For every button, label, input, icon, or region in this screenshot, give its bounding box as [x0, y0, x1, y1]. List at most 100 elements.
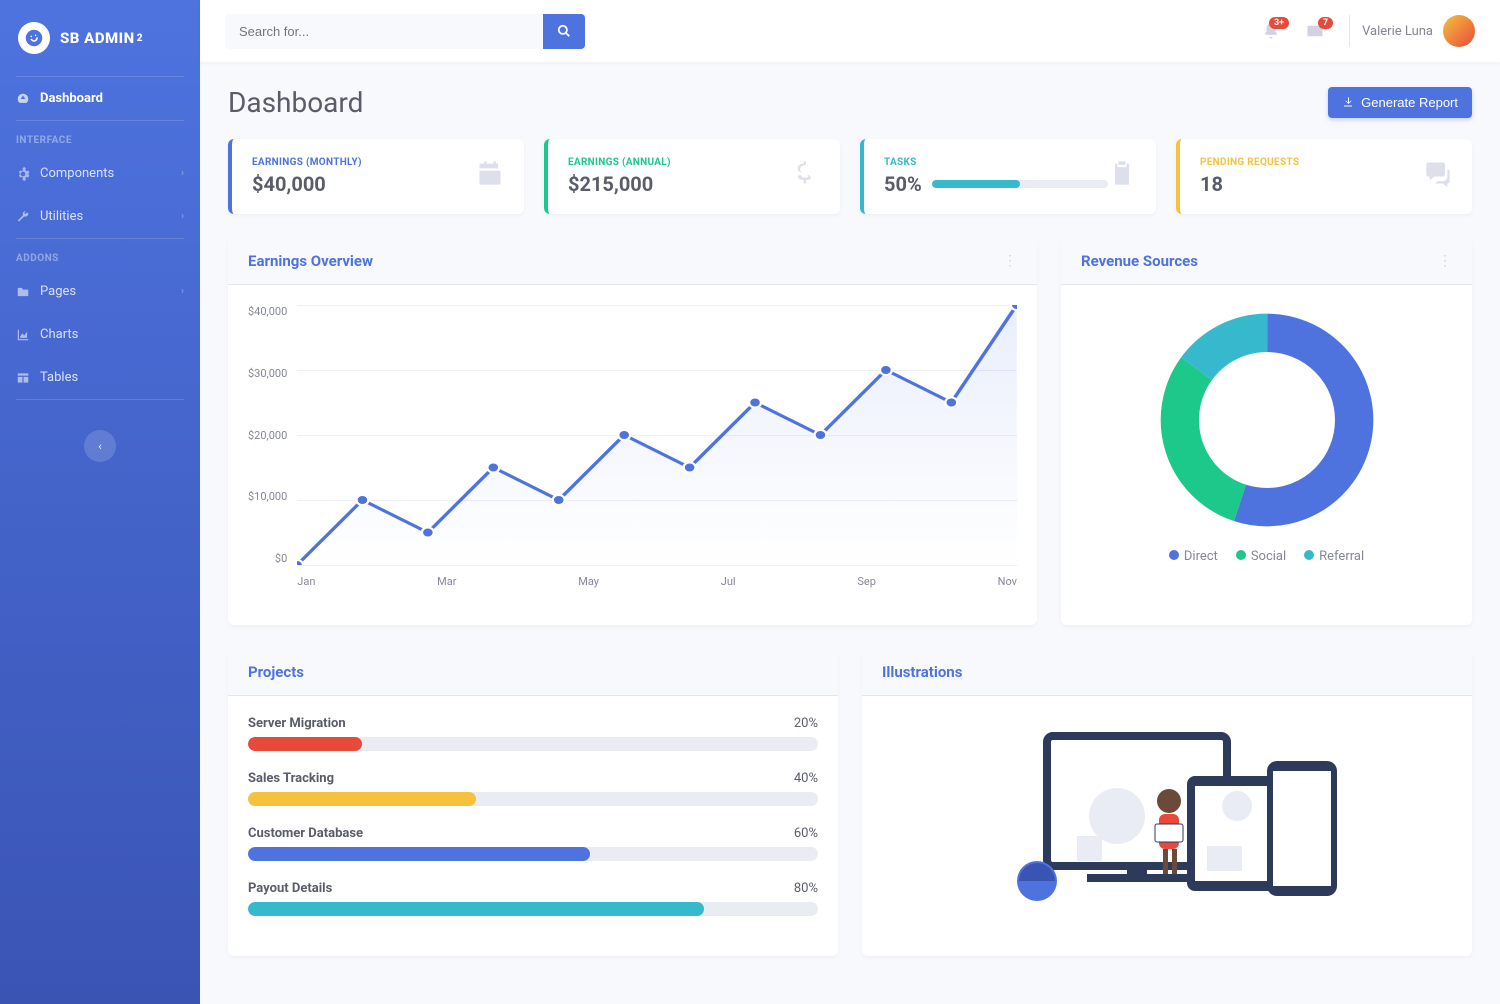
- sidebar-item-label: Tables: [40, 370, 78, 385]
- stat-card-annual: EARNINGS (ANNUAL) $215,000: [544, 139, 840, 214]
- y-tick: $20,000: [248, 429, 287, 442]
- sidebar: SB ADMIN 2 Dashboard INTERFACE Component…: [0, 0, 200, 1004]
- x-tick: May: [578, 575, 599, 588]
- y-tick: $10,000: [248, 490, 287, 503]
- y-tick: $30,000: [248, 367, 287, 380]
- chart-area-icon: [16, 328, 30, 342]
- sidebar-item-label: Components: [40, 166, 114, 181]
- card-title: Projects: [248, 663, 818, 681]
- stat-label: PENDING REQUESTS: [1200, 157, 1424, 168]
- sidebar-item-tables[interactable]: Tables: [0, 356, 200, 399]
- project-progress: [248, 902, 818, 916]
- user-menu[interactable]: Valerie Luna: [1362, 15, 1475, 47]
- project-name: Customer Database: [248, 826, 794, 841]
- legend-item: Social: [1236, 549, 1286, 564]
- stat-card-pending: PENDING REQUESTS 18: [1176, 139, 1472, 214]
- y-tick: $0: [248, 552, 287, 565]
- topbar-divider: [1349, 15, 1350, 47]
- project-percent: 60%: [794, 826, 818, 841]
- project-name: Sales Tracking: [248, 771, 794, 786]
- stat-label: EARNINGS (MONTHLY): [252, 157, 476, 168]
- project-name: Server Migration: [248, 716, 794, 731]
- sidebar-item-label: Dashboard: [40, 91, 103, 106]
- search-input[interactable]: [225, 14, 543, 49]
- project-progress: [248, 847, 818, 861]
- stat-value: $40,000: [252, 172, 476, 196]
- stat-card-tasks: TASKS 50%: [860, 139, 1156, 214]
- user-name: Valerie Luna: [1362, 24, 1433, 39]
- messages-button[interactable]: 7: [1293, 9, 1337, 53]
- folder-icon: [16, 285, 30, 299]
- line-chart-svg: [297, 305, 1017, 565]
- page-title: Dashboard: [228, 86, 1328, 119]
- illustration-image: [977, 706, 1357, 906]
- tachometer-icon: [16, 92, 30, 106]
- search-form: [225, 14, 585, 49]
- x-tick: Mar: [437, 575, 456, 588]
- project-percent: 20%: [794, 716, 818, 731]
- legend-item: Referral: [1304, 549, 1364, 564]
- sidebar-item-charts[interactable]: Charts: [0, 313, 200, 356]
- sidebar-item-label: Utilities: [40, 209, 83, 224]
- table-icon: [16, 371, 30, 385]
- messages-badge: 7: [1318, 17, 1333, 29]
- earnings-overview-card: Earnings Overview ⋮ $40,000 $30,000 $20,…: [228, 238, 1037, 625]
- revenue-sources-card: Revenue Sources ⋮ Direct Social Referral: [1061, 238, 1472, 625]
- x-tick: Sep: [857, 575, 876, 588]
- legend-item: Direct: [1169, 549, 1218, 564]
- calendar-icon: [476, 159, 504, 194]
- brand-name: SB ADMIN: [60, 29, 135, 47]
- sidebar-toggle-button[interactable]: ‹: [84, 430, 116, 462]
- card-title: Illustrations: [882, 663, 1452, 681]
- chevron-right-icon: ›: [181, 211, 184, 222]
- x-tick: Jan: [297, 575, 315, 588]
- y-tick: $40,000: [248, 305, 287, 318]
- project-row: Customer Database60%: [248, 826, 818, 861]
- brand[interactable]: SB ADMIN 2: [0, 0, 200, 76]
- sidebar-item-pages[interactable]: Pages ›: [0, 270, 200, 313]
- project-row: Payout Details80%: [248, 881, 818, 916]
- sidebar-item-utilities[interactable]: Utilities ›: [0, 195, 200, 238]
- stat-value: 50%: [884, 172, 922, 196]
- sidebar-heading-addons: ADDONS: [0, 239, 200, 270]
- sidebar-item-dashboard[interactable]: Dashboard: [0, 77, 200, 120]
- stat-card-monthly: EARNINGS (MONTHLY) $40,000: [228, 139, 524, 214]
- download-icon: [1342, 96, 1354, 108]
- search-button[interactable]: [543, 14, 585, 49]
- generate-report-label: Generate Report: [1361, 95, 1458, 110]
- y-axis: $40,000 $30,000 $20,000 $10,000 $0: [248, 305, 297, 565]
- card-title: Revenue Sources: [1081, 252, 1438, 270]
- donut-chart: [1152, 305, 1382, 535]
- earnings-line-chart: $40,000 $30,000 $20,000 $10,000 $0: [248, 305, 1017, 605]
- sidebar-item-components[interactable]: Components ›: [0, 152, 200, 195]
- ellipsis-icon: ⋮: [1438, 253, 1452, 269]
- alerts-button[interactable]: 3+: [1249, 9, 1293, 53]
- chevron-right-icon: ›: [181, 286, 184, 297]
- project-percent: 80%: [794, 881, 818, 896]
- project-progress: [248, 792, 818, 806]
- project-row: Sales Tracking40%: [248, 771, 818, 806]
- chevron-left-icon: ‹: [98, 440, 101, 453]
- chevron-right-icon: ›: [181, 168, 184, 179]
- avatar: [1443, 15, 1475, 47]
- tasks-progress: [932, 180, 1108, 188]
- clipboard-icon: [1108, 159, 1136, 194]
- card-menu-button[interactable]: ⋮: [1438, 253, 1452, 269]
- project-name: Payout Details: [248, 881, 794, 896]
- project-progress: [248, 737, 818, 751]
- illustrations-card: Illustrations: [862, 649, 1472, 956]
- wrench-icon: [16, 210, 30, 224]
- card-menu-button[interactable]: ⋮: [1003, 253, 1017, 269]
- stat-label: TASKS: [884, 157, 1108, 168]
- sidebar-heading-interface: INTERFACE: [0, 121, 200, 152]
- search-icon: [557, 24, 571, 38]
- alerts-badge: 3+: [1269, 17, 1289, 29]
- projects-card: Projects Server Migration20% Sales Track…: [228, 649, 838, 956]
- project-row: Server Migration20%: [248, 716, 818, 751]
- cog-icon: [16, 167, 30, 181]
- project-percent: 40%: [794, 771, 818, 786]
- card-title: Earnings Overview: [248, 252, 1003, 270]
- dollar-icon: [792, 159, 820, 194]
- generate-report-button[interactable]: Generate Report: [1328, 87, 1472, 118]
- x-tick: Jul: [721, 575, 736, 588]
